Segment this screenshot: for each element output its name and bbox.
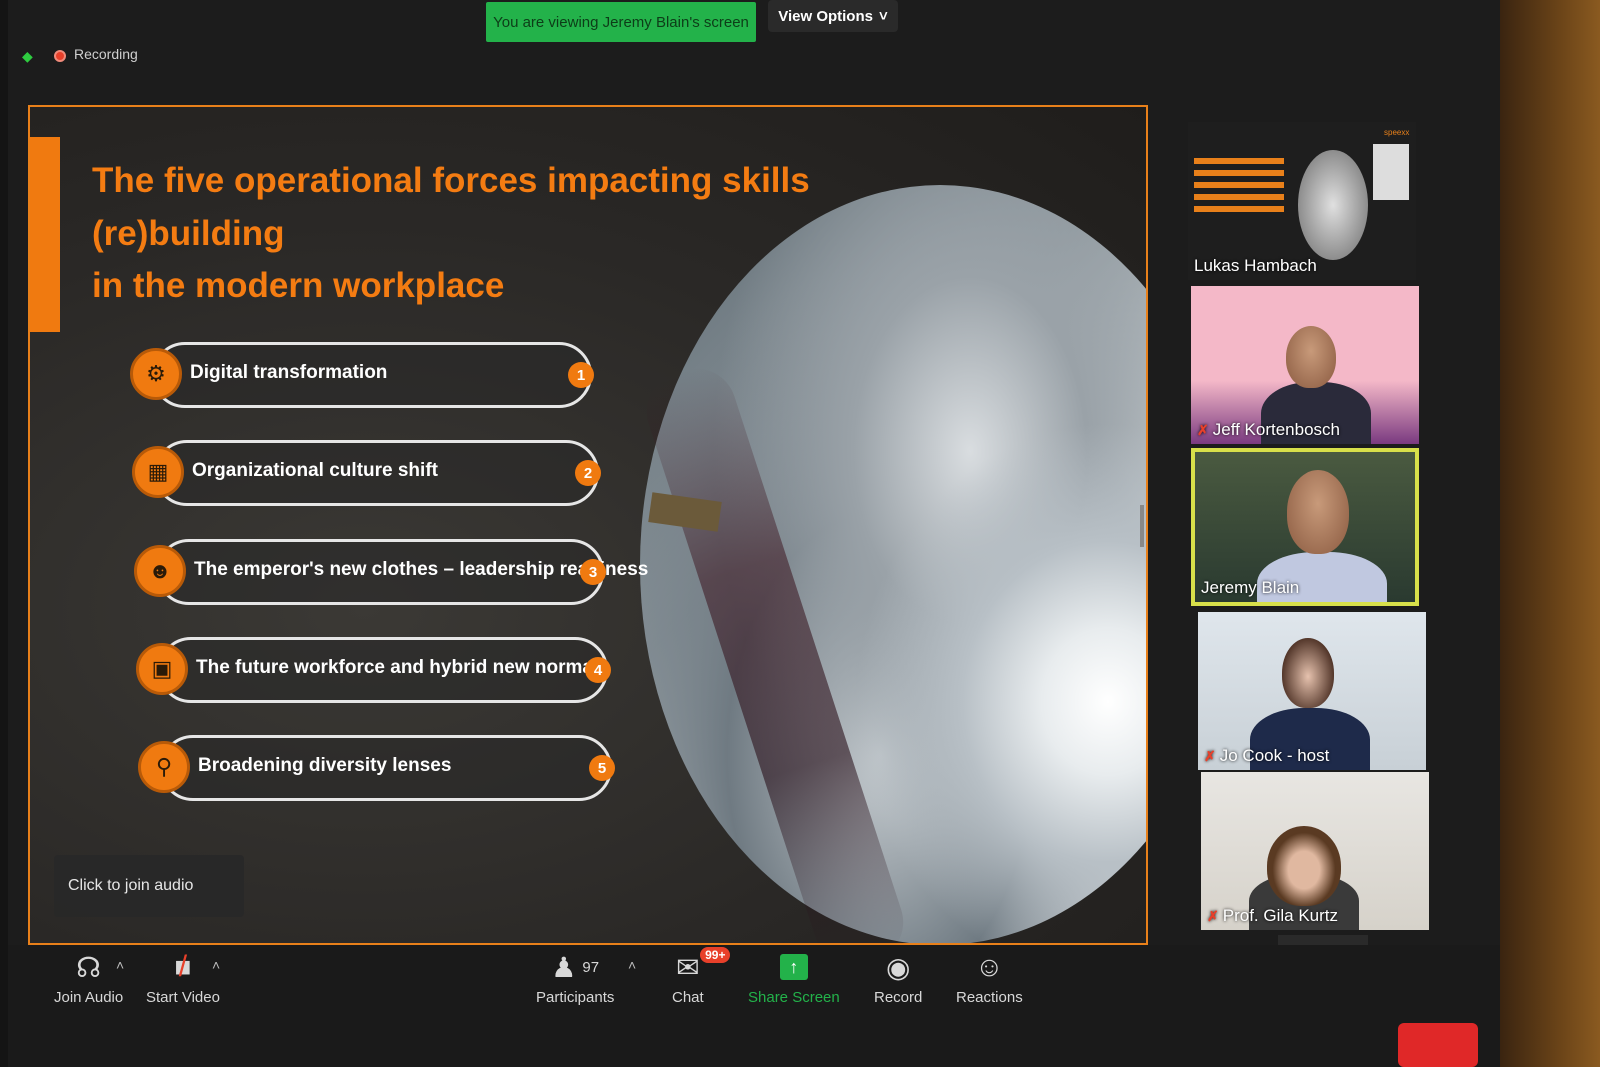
thumbnail-globe <box>1298 150 1368 260</box>
participants-count: 97 <box>582 958 600 976</box>
mic-muted-icon: ✗ <box>1204 747 1216 764</box>
record-icon: ◉ <box>885 951 911 983</box>
participant-name: ✗ Jo Cook - host <box>1204 746 1330 765</box>
record-button[interactable]: ◉ Record <box>874 945 923 1007</box>
force-number: 1 <box>568 362 594 388</box>
force-label: The future workforce and hybrid new norm… <box>196 657 599 678</box>
force-number: 4 <box>585 657 611 683</box>
view-options-label: View Options <box>778 7 873 25</box>
person-head <box>1267 826 1341 906</box>
view-options-button[interactable]: View Options ˅ <box>768 0 898 32</box>
chat-badge: 99+ <box>700 947 731 963</box>
panel-splitter-handle[interactable] <box>1140 505 1144 547</box>
group-icon: ☻ <box>134 545 186 597</box>
top-bar: ◆ Recording You are viewing Jeremy Blain… <box>8 0 1500 100</box>
thumbnail-slide-list <box>1194 152 1304 252</box>
start-video-label: Start Video <box>146 989 220 1006</box>
participant-name: Lukas Hambach <box>1194 256 1317 275</box>
join-audio-label: Join Audio <box>54 989 124 1006</box>
participant-tile[interactable]: ✗ Jo Cook - host <box>1198 612 1426 770</box>
slide-accent-bar <box>30 137 60 332</box>
join-audio-button[interactable]: ☊ Join Audio <box>54 945 124 1007</box>
viewing-banner: You are viewing Jeremy Blain's screen <box>486 2 756 42</box>
chat-label: Chat <box>672 989 704 1006</box>
caret-up-icon[interactable]: ˄ <box>212 957 220 973</box>
participant-tile[interactable]: ✗ Jeff Kortenbosch <box>1191 286 1419 444</box>
reactions-label: Reactions <box>956 989 1023 1006</box>
force-item: ⚲ Broadening diversity lenses 5 <box>138 735 620 805</box>
video-off-icon: ■ / <box>174 950 192 983</box>
participant-tile-active-speaker[interactable]: Jeremy Blain <box>1191 448 1419 606</box>
force-item: ☻ The emperor's new clothes – leadership… <box>134 539 648 609</box>
force-number: 3 <box>580 559 606 585</box>
monitor: ◆ Recording You are viewing Jeremy Blain… <box>0 0 1560 1067</box>
recording-icon <box>54 50 66 62</box>
participant-name: ✗ Prof. Gila Kurtz <box>1207 906 1338 925</box>
magnifier-icon: ⚲ <box>138 741 190 793</box>
chat-button[interactable]: ✉ 99+ Chat <box>672 945 731 1006</box>
join-audio-tooltip[interactable]: Click to join audio <box>54 855 244 917</box>
force-number: 2 <box>575 460 601 486</box>
participant-name: Jeremy Blain <box>1201 578 1300 597</box>
building-icon: ▦ <box>132 446 184 498</box>
share-screen-icon: ↑ <box>779 945 808 989</box>
monitor-icon: ▣ <box>136 643 188 695</box>
participants-label: Participants <box>536 989 615 1006</box>
force-item: ▦ Organizational culture shift 2 <box>132 440 607 510</box>
mic-muted-icon: ✗ <box>1207 907 1219 924</box>
chat-icon: ✉ 99+ <box>676 945 731 989</box>
person-head <box>1286 326 1336 388</box>
person-head <box>1287 470 1349 554</box>
force-item: ▣ The future workforce and hybrid new no… <box>136 637 616 707</box>
share-screen-button[interactable]: ↑ Share Screen <box>748 945 840 1006</box>
thumbnail-brand: speexx <box>1384 128 1410 137</box>
participants-icon: ♟ 97 <box>551 951 600 983</box>
force-label: Digital transformation <box>190 362 388 383</box>
mic-muted-icon: ✗ <box>1197 421 1209 438</box>
participant-tile[interactable]: speexx Lukas Hambach <box>1188 122 1416 280</box>
background-wall <box>1500 0 1600 1067</box>
shared-screen: The five operational forces impacting sk… <box>28 105 1148 945</box>
headphones-icon: ☊ <box>76 951 102 983</box>
participant-name: ✗ Jeff Kortenbosch <box>1197 420 1341 439</box>
force-number: 5 <box>589 755 615 781</box>
participants-button[interactable]: ♟ 97 Participants <box>536 945 615 1007</box>
shield-icon[interactable]: ◆ <box>22 48 36 64</box>
caret-up-icon[interactable]: ˄ <box>628 957 636 973</box>
gears-people-icon: ⚙ <box>130 348 182 400</box>
record-label: Record <box>874 989 923 1006</box>
smiley-plus-icon: ☺ <box>975 951 1004 982</box>
force-item: ⚙ Digital transformation 1 <box>130 342 600 412</box>
share-screen-label: Share Screen <box>748 989 840 1006</box>
start-video-button[interactable]: ■ / Start Video <box>146 945 220 1006</box>
participant-tile[interactable]: ✗ Prof. Gila Kurtz <box>1201 772 1429 930</box>
leave-button[interactable] <box>1398 1023 1478 1067</box>
chevron-down-icon: ˅ <box>878 7 888 25</box>
meeting-toolbar: ☊ Join Audio ˄ ■ / Start Video ˄ ♟ 97 Part… <box>8 945 1500 1067</box>
thumbnail-speaker-video <box>1373 144 1409 200</box>
force-label: Broadening diversity lenses <box>198 755 452 776</box>
caret-up-icon[interactable]: ˄ <box>116 957 124 973</box>
zoom-window: ◆ Recording You are viewing Jeremy Blain… <box>8 0 1500 1067</box>
recording-label: Recording <box>74 46 138 62</box>
reactions-button[interactable]: ☺ Reactions <box>956 945 1023 1006</box>
person-head <box>1282 638 1334 708</box>
force-label: Organizational culture shift <box>192 460 438 481</box>
